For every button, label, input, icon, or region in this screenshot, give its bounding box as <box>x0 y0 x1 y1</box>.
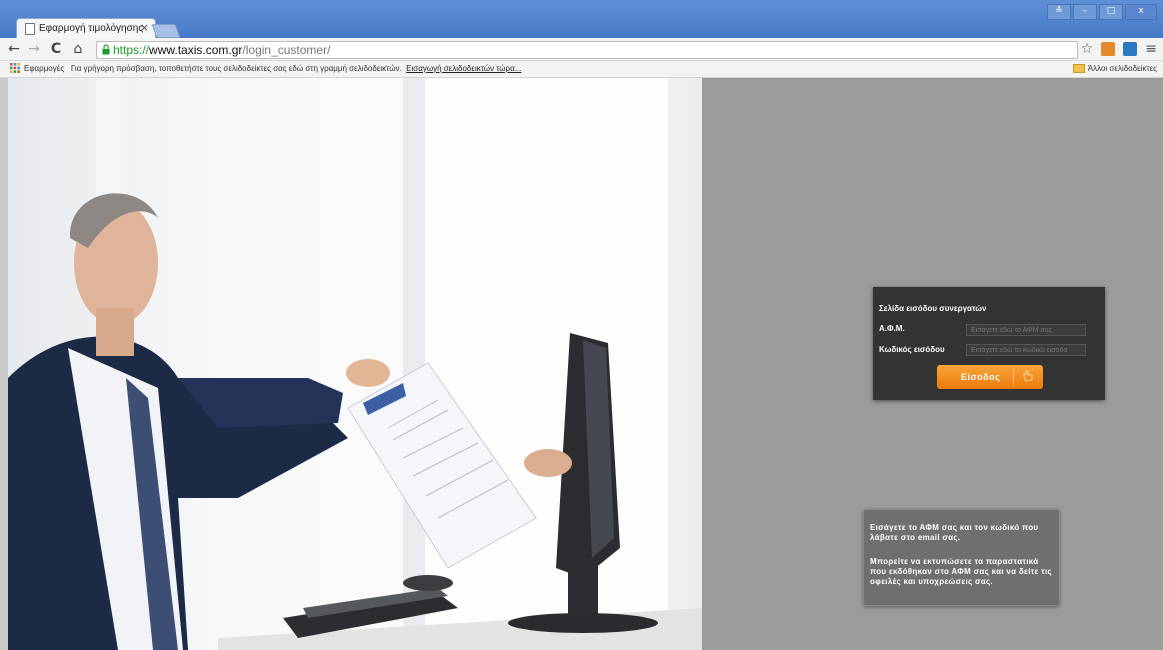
user-icon[interactable]: ≛ <box>1047 4 1071 20</box>
button-separator <box>1013 368 1014 386</box>
import-bookmarks-link[interactable]: Εισαγωγή σελιδοδεικτών τώρα... <box>406 64 521 73</box>
page-icon <box>25 23 35 35</box>
tab-close-icon[interactable]: × <box>140 21 149 34</box>
url-text: https://www.taxis.com.gr/login_customer/ <box>113 43 331 57</box>
home-icon[interactable]: ⌂ <box>70 40 86 58</box>
other-bookmarks[interactable]: Άλλοι σελιδοδείκτες <box>1072 64 1157 74</box>
window-controls: ≛ – □ x <box>1047 4 1157 20</box>
star-bookmark-icon[interactable]: ☆ <box>1081 41 1094 57</box>
login-title: Σελίδα εισόδου συνεργατών <box>879 304 987 313</box>
info-text-1: Εισάγετε το ΑΦΜ σας και τον κωδικό που λ… <box>870 523 1039 542</box>
info-text-2: Μπορείτε να εκτυπώσετε τα παραστατικά πο… <box>870 557 1052 586</box>
extension-s-icon[interactable] <box>1123 42 1138 56</box>
info-panel: Εισάγετε το ΑΦΜ σας και τον κωδικό που λ… <box>863 509 1060 606</box>
login-button[interactable]: Είσοδος <box>937 365 1043 389</box>
apps-link[interactable]: Εφαρμογές <box>24 64 64 73</box>
folder-icon <box>1072 64 1085 74</box>
login-button-label: Είσοδος <box>961 372 1001 382</box>
forward-arrow-icon[interactable]: → <box>26 40 42 58</box>
bookmarks-text: Εφαρμογές Για γρήγορη πρόσβαση, τοποθετή… <box>24 64 521 73</box>
login-panel: Σελίδα εισόδου συνεργατών Α.Φ.Μ. Κωδικός… <box>873 287 1105 400</box>
bookmarks-hint: Για γρήγορη πρόσβαση, τοποθετήστε τους σ… <box>70 64 402 73</box>
page-left-edge <box>0 78 8 650</box>
reload-icon[interactable]: C <box>48 40 64 58</box>
afm-label: Α.Φ.Μ. <box>879 324 905 333</box>
apps-grid-icon[interactable] <box>10 63 20 73</box>
maximize-button[interactable]: □ <box>1099 4 1123 20</box>
close-window-button[interactable]: x <box>1125 4 1157 20</box>
other-bookmarks-label: Άλλοι σελιδοδείκτες <box>1087 64 1157 73</box>
browser-tab[interactable]: Εφαρμογή τιμολόγησης × <box>16 18 156 39</box>
pointer-hand-icon <box>1023 370 1033 382</box>
businessman-illustration <box>8 78 702 650</box>
extension-icon[interactable] <box>1101 42 1116 56</box>
menu-icon[interactable]: ≡ <box>1145 41 1157 57</box>
browser-toolbar: ← → C ⌂ https://www.taxis.com.gr/login_c… <box>0 38 1163 61</box>
code-input[interactable] <box>966 344 1086 356</box>
browser-titlebar: Εφαρμογή τιμολόγησης × ≛ – □ x <box>0 0 1163 39</box>
lock-icon <box>102 44 110 55</box>
address-bar[interactable]: https://www.taxis.com.gr/login_customer/ <box>96 41 1078 59</box>
toolbar-extensions: ☆ ≡ <box>1081 41 1157 57</box>
minimize-button[interactable]: – <box>1073 4 1097 20</box>
code-label: Κωδικός εισόδου <box>879 345 945 354</box>
back-arrow-icon[interactable]: ← <box>6 40 22 58</box>
bookmarks-bar: Εφαρμογές Για γρήγορη πρόσβαση, τοποθετή… <box>0 61 1163 78</box>
new-tab-button[interactable] <box>151 24 181 38</box>
tab-title: Εφαρμογή τιμολόγησης <box>39 23 144 34</box>
afm-input[interactable] <box>966 324 1086 336</box>
hero-photo <box>8 78 702 650</box>
